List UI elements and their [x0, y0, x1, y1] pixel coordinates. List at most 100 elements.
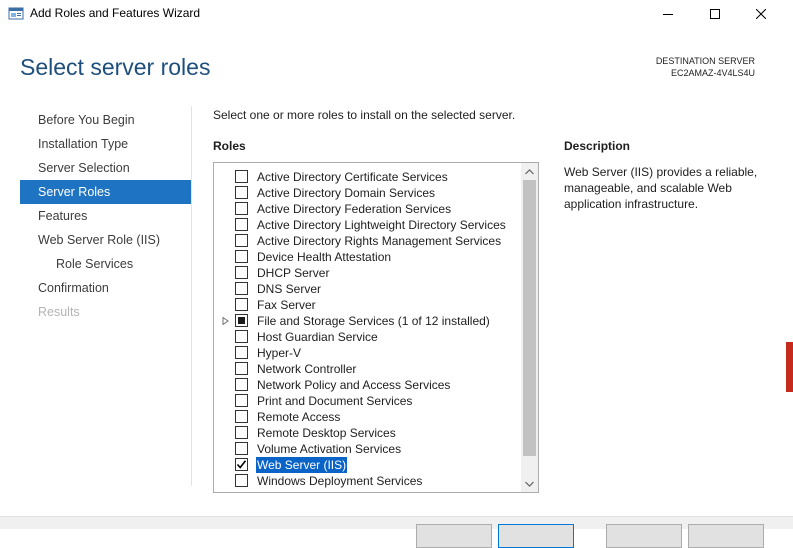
nav-item-results: Results — [38, 305, 80, 319]
role-label[interactable]: Network Controller — [256, 361, 357, 377]
expand-arrow-icon[interactable] — [222, 317, 229, 325]
role-row[interactable]: Web Server (IIS) — [214, 457, 523, 473]
wizard-app-icon — [8, 7, 24, 20]
role-row[interactable]: Network Controller — [214, 361, 523, 377]
role-checkbox[interactable] — [235, 314, 248, 327]
role-label[interactable]: Hyper-V — [256, 345, 302, 361]
role-checkbox[interactable] — [235, 410, 248, 423]
destination-server-value: EC2AMAZ-4V4LS4U — [670, 68, 755, 78]
description-text: Web Server (IIS) provides a reliable, ma… — [564, 165, 758, 211]
minimize-button[interactable] — [645, 0, 691, 27]
close-icon — [756, 8, 766, 19]
nav-item-web-server-role[interactable]: Web Server Role (IIS) — [20, 228, 191, 252]
nav-divider — [191, 106, 192, 486]
role-label[interactable]: Active Directory Rights Management Servi… — [256, 233, 502, 249]
page-title: Select server roles — [20, 54, 211, 80]
wizard-nav: Before You Begin Installation Type Serve… — [20, 108, 191, 324]
role-row[interactable]: Network Policy and Access Services — [214, 377, 523, 393]
role-checkbox[interactable] — [235, 394, 248, 407]
role-checkbox[interactable] — [235, 186, 248, 199]
role-row[interactable]: Windows Deployment Services — [214, 473, 523, 489]
scroll-thumb[interactable] — [523, 180, 536, 456]
role-row[interactable]: Remote Desktop Services — [214, 425, 523, 441]
role-label[interactable]: File and Storage Services (1 of 12 insta… — [256, 313, 491, 329]
role-row[interactable]: Active Directory Domain Services — [214, 185, 523, 201]
window-title: Add Roles and Features Wizard — [30, 6, 201, 20]
role-checkbox[interactable] — [235, 282, 248, 295]
description-heading: Description — [564, 139, 631, 153]
scroll-down-button[interactable] — [521, 475, 538, 492]
role-label[interactable]: Active Directory Certificate Services — [256, 169, 449, 185]
role-row[interactable]: Device Health Attestation — [214, 249, 523, 265]
role-checkbox[interactable] — [235, 458, 248, 471]
role-row[interactable]: Volume Activation Services — [214, 441, 523, 457]
chevron-down-icon — [525, 481, 534, 487]
role-checkbox[interactable] — [235, 170, 248, 183]
close-button[interactable] — [738, 0, 784, 27]
nav-item-before-you-begin[interactable]: Before You Begin — [20, 108, 191, 132]
previous-button[interactable] — [416, 524, 492, 548]
cancel-button[interactable] — [688, 524, 764, 548]
nav-item-confirmation[interactable]: Confirmation — [20, 276, 191, 300]
nav-item-server-selection[interactable]: Server Selection — [20, 156, 191, 180]
role-label[interactable]: Volume Activation Services — [256, 441, 402, 457]
nav-item-features[interactable]: Features — [20, 204, 191, 228]
roles-heading: Roles — [213, 139, 246, 153]
nav-item-role-services[interactable]: Role Services — [20, 252, 191, 276]
role-row[interactable]: Hyper-V — [214, 345, 523, 361]
role-checkbox[interactable] — [235, 234, 248, 247]
role-checkbox[interactable] — [235, 426, 248, 439]
role-checkbox[interactable] — [235, 474, 248, 487]
role-label[interactable]: Web Server (IIS) — [256, 457, 348, 473]
role-row[interactable]: Active Directory Rights Management Servi… — [214, 233, 523, 249]
role-label[interactable]: Host Guardian Service — [256, 329, 379, 345]
checkmark-icon — [236, 460, 247, 469]
role-label[interactable]: Device Health Attestation — [256, 249, 392, 265]
roles-scrollbar[interactable] — [521, 163, 538, 492]
role-row[interactable]: Active Directory Certificate Services — [214, 169, 523, 185]
role-checkbox[interactable] — [235, 378, 248, 391]
role-row[interactable]: Fax Server — [214, 297, 523, 313]
role-label[interactable]: DNS Server — [256, 281, 322, 297]
role-row[interactable]: Active Directory Federation Services — [214, 201, 523, 217]
role-label[interactable]: Print and Document Services — [256, 393, 413, 409]
scroll-up-button[interactable] — [521, 163, 538, 180]
instruction-text: Select one or more roles to install on t… — [213, 108, 516, 122]
chevron-up-icon — [525, 168, 534, 174]
role-label[interactable]: Remote Access — [256, 409, 341, 425]
roles-tree: Active Directory Certificate Services Act… — [214, 169, 523, 489]
role-row[interactable]: File and Storage Services (1 of 12 insta… — [214, 313, 523, 329]
maximize-button[interactable] — [692, 0, 738, 27]
roles-list[interactable]: Active Directory Certificate Services Act… — [213, 162, 539, 493]
role-label[interactable]: Remote Desktop Services — [256, 425, 397, 441]
role-row[interactable]: DHCP Server — [214, 265, 523, 281]
role-checkbox[interactable] — [235, 346, 248, 359]
minimize-icon — [663, 13, 673, 15]
role-row[interactable]: DNS Server — [214, 281, 523, 297]
role-label[interactable]: Fax Server — [256, 297, 317, 313]
role-checkbox[interactable] — [235, 250, 248, 263]
role-checkbox[interactable] — [235, 330, 248, 343]
role-label[interactable]: Active Directory Federation Services — [256, 201, 452, 217]
destination-server-label: DESTINATION SERVER — [655, 56, 755, 66]
role-checkbox[interactable] — [235, 442, 248, 455]
title-bar: Add Roles and Features Wizard — [0, 0, 793, 27]
install-button[interactable] — [606, 524, 682, 548]
role-label[interactable]: Active Directory Domain Services — [256, 185, 436, 201]
nav-item-server-roles[interactable]: Server Roles — [20, 180, 191, 204]
role-checkbox[interactable] — [235, 362, 248, 375]
nav-item-installation-type[interactable]: Installation Type — [20, 132, 191, 156]
role-checkbox[interactable] — [235, 266, 248, 279]
role-row[interactable]: Remote Access — [214, 409, 523, 425]
role-row[interactable]: Active Directory Lightweight Directory S… — [214, 217, 523, 233]
role-row[interactable]: Host Guardian Service — [214, 329, 523, 345]
next-button[interactable] — [498, 524, 574, 548]
role-label[interactable]: DHCP Server — [256, 265, 330, 281]
role-row[interactable]: Print and Document Services — [214, 393, 523, 409]
role-label[interactable]: Windows Deployment Services — [256, 473, 423, 489]
role-label[interactable]: Network Policy and Access Services — [256, 377, 451, 393]
role-checkbox[interactable] — [235, 298, 248, 311]
role-checkbox[interactable] — [235, 202, 248, 215]
role-label[interactable]: Active Directory Lightweight Directory S… — [256, 217, 507, 233]
role-checkbox[interactable] — [235, 218, 248, 231]
